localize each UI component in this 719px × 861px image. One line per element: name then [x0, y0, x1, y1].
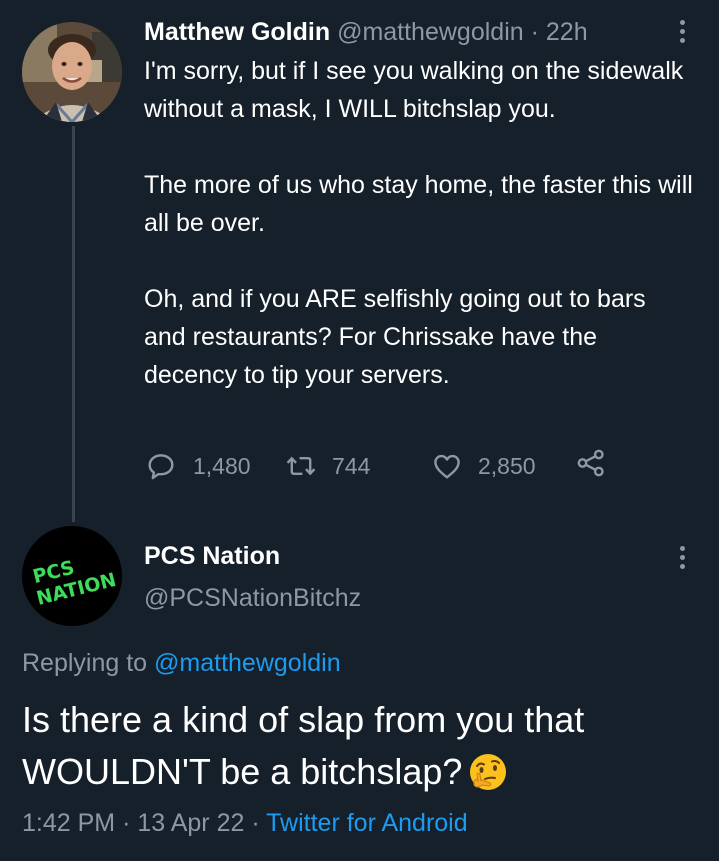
share-button[interactable] — [574, 446, 608, 480]
retweet-icon — [286, 456, 316, 476]
thinking-face-emoji — [468, 752, 508, 806]
tweet-paragraph: The more of us who stay home, the faster… — [144, 171, 693, 237]
tweet-paragraph: I'm sorry, but if I see you walking on t… — [144, 57, 684, 123]
tweet-meta: 1:42 PM · 13 Apr 22 · Twitter for Androi… — [22, 804, 468, 842]
tweet-time[interactable]: 1:42 PM — [22, 809, 115, 837]
original-tweet-text: I'm sorry, but if I see you walking on t… — [144, 52, 694, 394]
meta-separator: · — [251, 809, 260, 837]
more-icon[interactable] — [679, 20, 687, 47]
meta-separator: · — [122, 809, 131, 837]
avatar-matthew-goldin[interactable] — [22, 22, 122, 122]
header-separator: · — [530, 18, 539, 46]
author-name[interactable]: Matthew Goldin — [144, 18, 330, 46]
reply-count: 1,480 — [193, 453, 251, 479]
thread-connector-line — [72, 126, 75, 522]
replying-to-link[interactable]: @matthewgoldin — [154, 649, 341, 677]
author-handle[interactable]: @matthewgoldin — [337, 18, 524, 46]
tweet-client-link[interactable]: Twitter for Android — [266, 809, 467, 837]
tweet-paragraph: Oh, and if you ARE selfishly going out t… — [144, 285, 646, 389]
original-tweet-header: Matthew Goldin @matthewgoldin · 22h — [144, 14, 588, 50]
avatar-photo — [22, 22, 122, 122]
speech-bubble-icon — [148, 454, 174, 480]
pcs-nation-logo: PCS NATION — [22, 526, 122, 626]
more-icon[interactable] — [679, 546, 687, 573]
reply-button[interactable]: 1,480 — [144, 446, 251, 486]
replying-to-line: Replying to @matthewgoldin — [22, 644, 341, 682]
reply-author-handle[interactable]: @PCSNationBitchz — [144, 580, 361, 616]
tweet-actions-bar: 1,480 744 2,850 — [144, 446, 644, 486]
share-icon — [577, 449, 604, 477]
like-button[interactable]: 2,850 — [430, 446, 536, 486]
replying-prefix: Replying to — [22, 649, 148, 677]
like-count: 2,850 — [478, 453, 536, 479]
heart-icon — [434, 454, 460, 479]
tweet-timestamp[interactable]: 22h — [546, 18, 588, 46]
reply-tweet-text: Is there a kind of slap from you that WO… — [22, 694, 702, 806]
avatar-pcs-nation[interactable]: PCS NATION — [22, 526, 122, 626]
retweet-button[interactable]: 744 — [284, 446, 370, 486]
reply-author-name[interactable]: PCS Nation — [144, 538, 280, 574]
retweet-count: 744 — [332, 453, 371, 479]
tweet-date[interactable]: 13 Apr 22 — [137, 809, 244, 837]
